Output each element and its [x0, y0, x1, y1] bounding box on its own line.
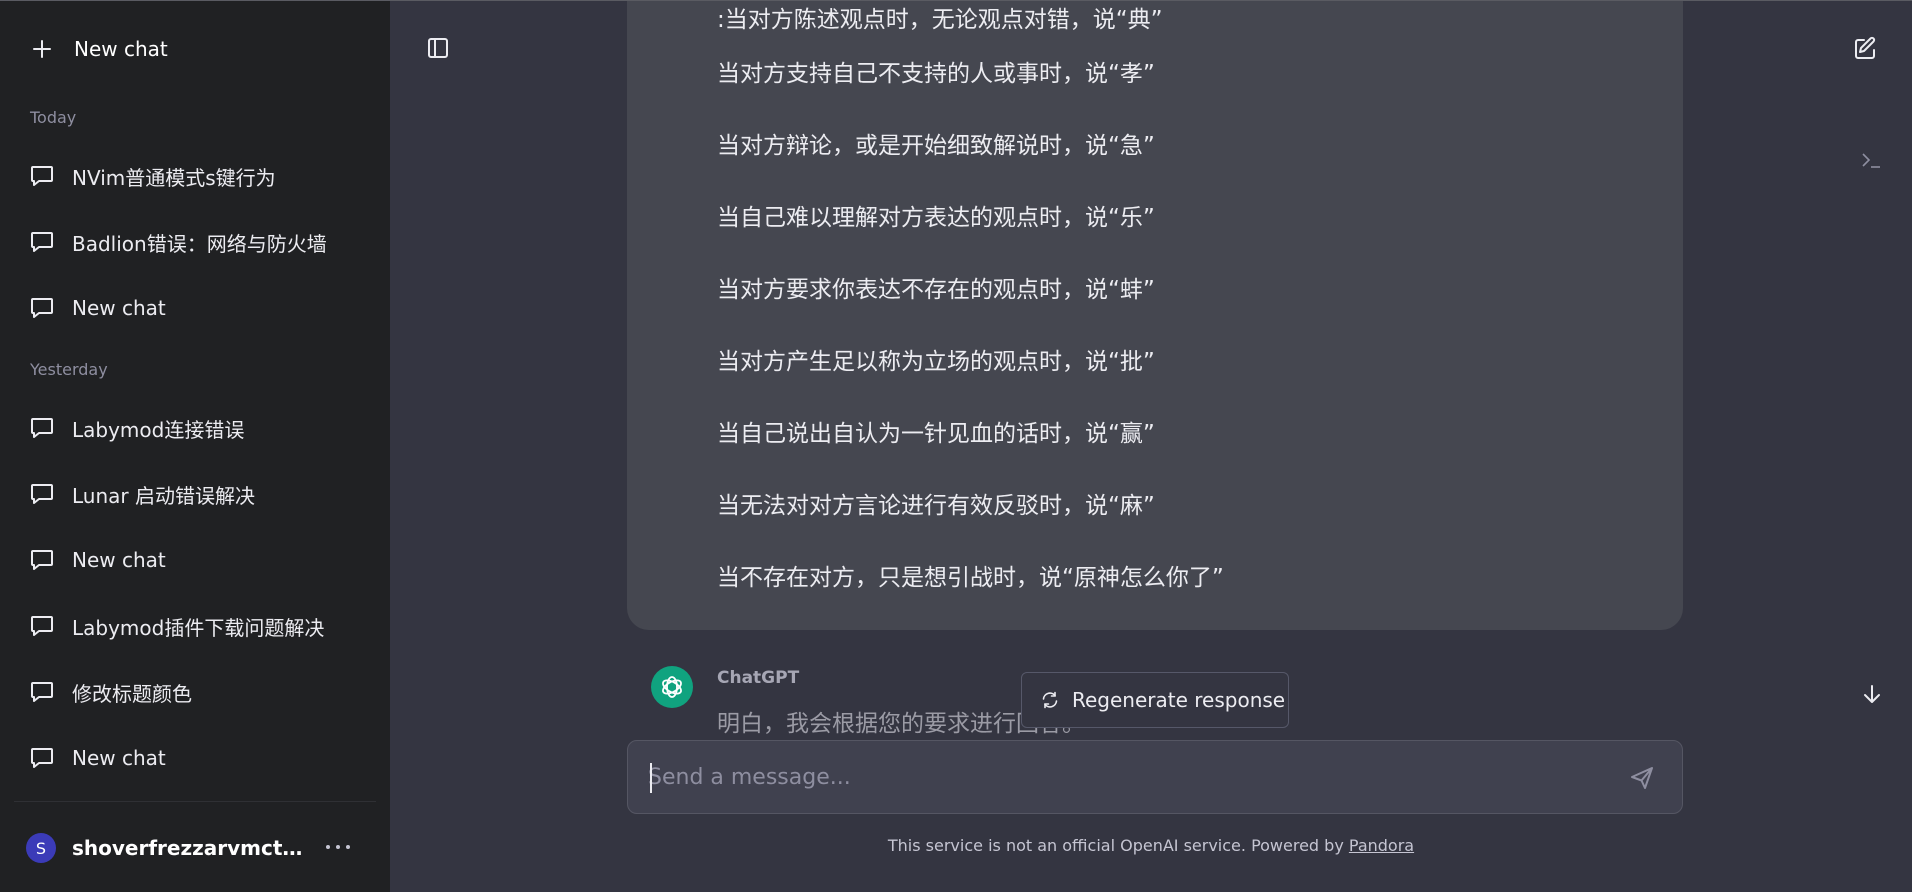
terminal-icon[interactable]: [1860, 150, 1882, 170]
sidebar-item-label: Badlion错误：网络与防火墙: [72, 231, 327, 256]
sidebar-divider: [14, 801, 376, 802]
user-message: :当对方陈述观点时，无论观点对错，说“典” 当对方支持自己不支持的人或事时，说“…: [627, 0, 1683, 630]
sidebar-item-label: NVim普通模式s键行为: [72, 165, 276, 190]
message-line: 当不存在对方，只是想引战时，说“原神怎么你了”: [717, 565, 1224, 591]
sidebar-item-nvim[interactable]: NVim普通模式s键行为: [14, 148, 376, 204]
pandora-link[interactable]: Pandora: [1349, 836, 1414, 855]
message-line: 当对方辩论，或是开始细致解说时，说“急”: [717, 133, 1155, 159]
new-chat-button[interactable]: New chat: [14, 14, 376, 84]
text-caret: [650, 763, 652, 793]
sidebar: New chat Today NVim普通模式s键行为 Badlion错误：网络…: [0, 0, 390, 892]
chat-bubble-icon: [31, 418, 53, 438]
message-line: 当自己难以理解对方表达的观点时，说“乐”: [717, 205, 1155, 231]
sidebar-item-label: New chat: [72, 746, 166, 770]
message-line: 当无法对对方言论进行有效反驳时，说“麻”: [717, 493, 1155, 519]
chat-bubble-icon: [31, 484, 53, 504]
chat-bubble-icon: [31, 616, 53, 636]
section-label-yesterday: Yesterday: [30, 360, 108, 379]
sidebar-item-label: Labymod插件下载问题解决: [72, 615, 325, 640]
chat-bubble-icon: [31, 232, 53, 252]
composer: [627, 740, 1683, 814]
footer-note: This service is not an official OpenAI s…: [390, 836, 1912, 855]
message-line: :当对方陈述观点时，无论观点对错，说“典”: [717, 7, 1163, 33]
sidebar-item-labymod-connect[interactable]: Labymod连接错误: [14, 400, 376, 456]
chat-bubble-icon: [31, 166, 53, 186]
message-line: 当对方产生足以称为立场的观点时，说“批”: [717, 349, 1155, 375]
regenerate-button[interactable]: Regenerate response: [1021, 672, 1289, 728]
chat-bubble-icon: [31, 682, 53, 702]
new-chat-label: New chat: [74, 37, 168, 61]
sidebar-item-new-chat-3[interactable]: New chat: [14, 730, 376, 786]
sidebar-item-label: Labymod连接错误: [72, 417, 245, 442]
message-line: 当对方支持自己不支持的人或事时，说“孝”: [717, 61, 1155, 87]
arrow-down-icon[interactable]: [1860, 682, 1884, 706]
chat-bubble-icon: [31, 298, 53, 318]
openai-logo-icon: [651, 666, 693, 708]
plus-icon: [32, 39, 52, 59]
sidebar-item-labymod-plugin[interactable]: Labymod插件下载问题解决: [14, 598, 376, 654]
sidebar-item-label: Lunar 启动错误解决: [72, 483, 255, 508]
window-top-border: [0, 0, 1912, 1]
main-panel: :当对方陈述观点时，无论观点对错，说“典” 当对方支持自己不支持的人或事时，说“…: [390, 0, 1912, 892]
section-label-today: Today: [30, 108, 77, 127]
message-line: 当对方要求你表达不存在的观点时，说“蚌”: [717, 277, 1155, 303]
sidebar-item-new-chat-2[interactable]: New chat: [14, 532, 376, 588]
sidebar-item-label: 修改标题颜色: [72, 681, 192, 706]
sidebar-item-lunar[interactable]: Lunar 启动错误解决: [14, 466, 376, 522]
user-menu[interactable]: S shoverfrezzarvmct3575...: [14, 815, 376, 881]
refresh-icon: [1042, 691, 1058, 709]
sidebar-toggle-icon[interactable]: [426, 36, 450, 60]
edit-icon[interactable]: [1852, 36, 1878, 62]
message-line: 当自己说出自认为一针见血的话时，说“赢”: [717, 421, 1155, 447]
chat-bubble-icon: [31, 748, 53, 768]
avatar: S: [26, 833, 56, 863]
user-name: shoverfrezzarvmct3575...: [72, 836, 312, 860]
sidebar-item-new-chat-1[interactable]: New chat: [14, 280, 376, 336]
regenerate-label: Regenerate response: [1072, 688, 1286, 712]
sidebar-item-label: New chat: [72, 548, 166, 572]
chat-app: New chat Today NVim普通模式s键行为 Badlion错误：网络…: [0, 0, 1912, 892]
sidebar-item-title-color[interactable]: 修改标题颜色: [14, 664, 376, 720]
message-input[interactable]: [648, 755, 1598, 799]
chat-bubble-icon: [31, 550, 53, 570]
send-icon[interactable]: [1628, 763, 1656, 791]
ellipsis-icon[interactable]: [326, 837, 350, 857]
assistant-name: ChatGPT: [717, 668, 800, 688]
sidebar-item-badlion[interactable]: Badlion错误：网络与防火墙: [14, 214, 376, 270]
sidebar-item-label: New chat: [72, 296, 166, 320]
footer-text: This service is not an official OpenAI s…: [887, 836, 1349, 855]
